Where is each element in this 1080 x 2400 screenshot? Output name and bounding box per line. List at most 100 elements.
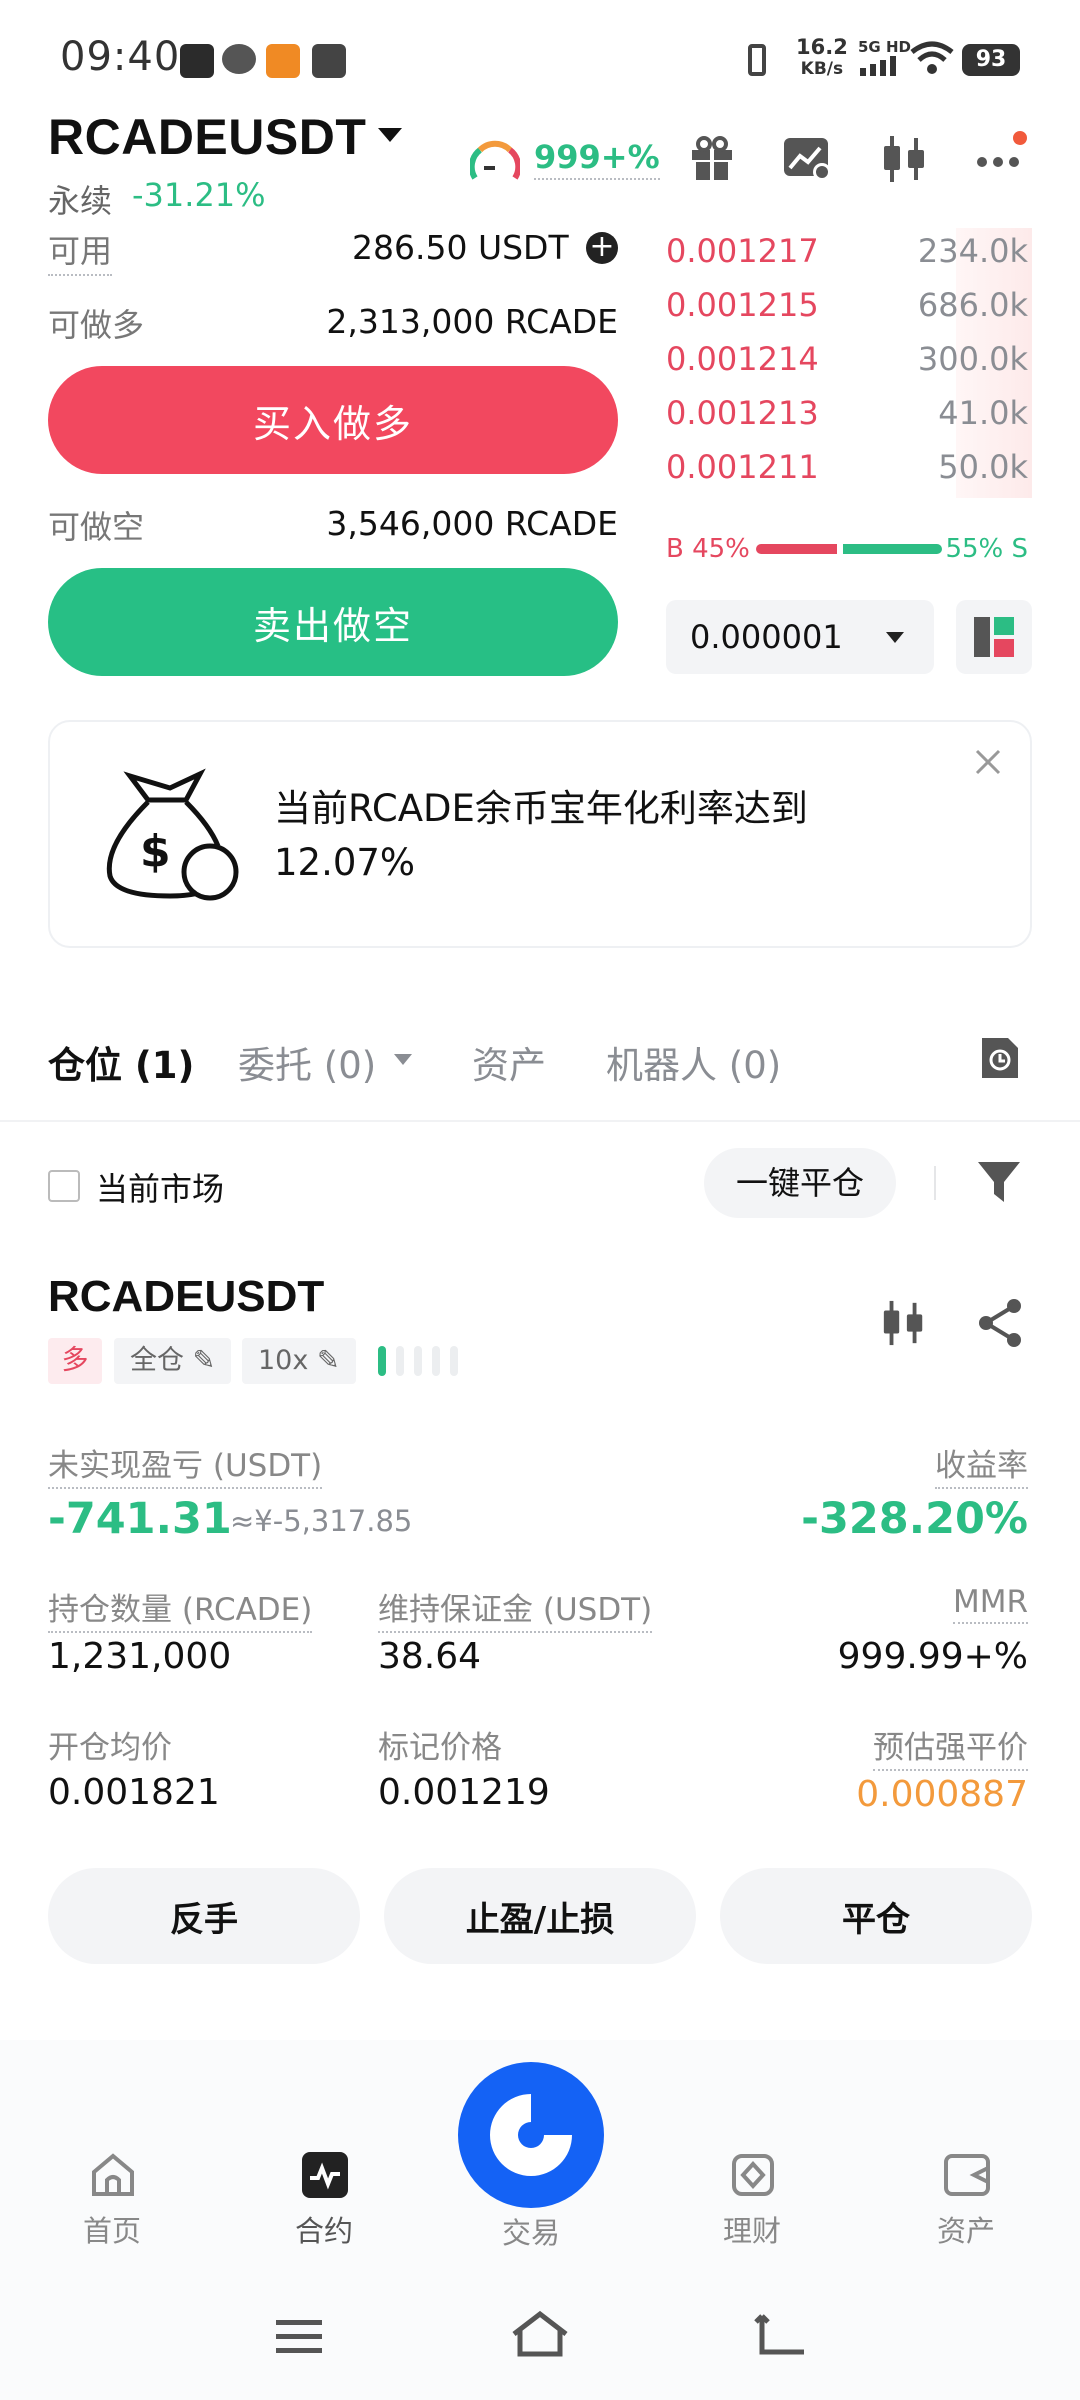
nav-assets-label: 资产 [936,2214,995,2248]
ask-qty: 41.0k [938,394,1028,432]
chevron-down-icon [886,632,904,643]
back-icon[interactable] [752,2310,808,2358]
nav-home[interactable]: 首页 [42,2152,182,2248]
edit-icon: ✎ [316,1345,340,1376]
add-funds-icon[interactable]: + [586,232,618,264]
tp-sl-button[interactable]: 止盈/止损 [384,1868,696,1964]
tab-assets[interactable]: 资产 [472,1035,546,1089]
risk-value[interactable]: 999+% [534,138,660,180]
unrealized-pnl-value: -741.31 [48,1494,232,1544]
share-icon[interactable] [976,1298,1026,1348]
available-value: 286.50 USDT [352,228,569,267]
app-notification-icon [180,44,214,78]
system-home-icon[interactable] [510,2310,570,2358]
close-position-button[interactable]: 平仓 [720,1868,1032,1964]
buy-ratio-fill [756,544,837,554]
buy-sell-ratio-bar [756,544,942,554]
roe-label[interactable]: 收益率 [935,1440,1028,1489]
wallet-icon [944,2154,990,2196]
precision-value: 0.000001 [690,618,843,656]
liq-price-label[interactable]: 预估强平价 [873,1722,1028,1771]
history-icon[interactable] [978,1034,1022,1082]
filter-icon[interactable] [976,1158,1022,1206]
ask-price[interactable]: 0.001213 [666,394,819,432]
mmr-label[interactable]: MMR [952,1584,1028,1624]
pair-selector[interactable]: RCADEUSDT [48,108,366,166]
position-size-value: 1,231,000 [48,1636,232,1677]
home-icon [92,2153,134,2196]
edit-icon: ✎ [192,1345,216,1376]
nav-trade[interactable]: 交易 [458,2062,604,2250]
mark-price-value: 0.001219 [378,1772,550,1813]
nav-futures[interactable]: 合约 [254,2152,394,2248]
nav-assets[interactable]: 资产 [896,2152,1036,2248]
more-icon[interactable] [974,128,1030,172]
banner-text: 当前RCADE余币宝年化利率达到 12.07% [274,787,808,884]
tab-orders[interactable]: 委托 (0) [238,1035,376,1089]
nav-earn[interactable]: 理财 [682,2152,822,2248]
promo-banner[interactable]: $ 当前RCADE余币宝年化利率达到 12.07% [48,720,1032,948]
chart-settings-icon[interactable] [782,136,834,182]
long-max-label: 可做多 [48,306,145,344]
side-badge: 多 [48,1338,102,1384]
gift-icon[interactable] [688,134,736,182]
perpetual-label: 永续 [48,182,113,220]
margin-mode-badge[interactable]: 全仓 ✎ [114,1338,232,1384]
current-market-label[interactable]: 当前市场 [96,1164,224,1210]
orange-app-icon [266,44,300,78]
ask-qty: 234.0k [917,232,1028,270]
risk-gauge-icon[interactable] [470,138,520,184]
mmr-value: 999.99+% [837,1636,1028,1677]
position-symbol[interactable]: RCADEUSDT [48,1272,324,1322]
current-market-checkbox[interactable] [48,1170,80,1202]
short-max-label: 可做空 [48,508,145,546]
unrealized-pnl-label[interactable]: 未实现盈亏 (USDT) [48,1440,323,1489]
divider [934,1166,936,1200]
long-max-value: 2,313,000 RCADE [326,302,618,341]
ask-qty: 50.0k [938,448,1028,486]
orderbook-layout-button[interactable] [956,600,1032,674]
divider [0,1120,1080,1122]
buy-long-button[interactable]: 买入做多 [48,366,618,474]
menu-icon[interactable] [274,2316,324,2356]
battery-icon: 93 [962,44,1020,76]
vibrate-icon [748,44,766,76]
close-icon[interactable] [974,748,1002,776]
ask-price[interactable]: 0.001217 [666,232,819,270]
tab-positions[interactable]: 仓位 (1) [48,1035,194,1089]
signal-icon: 5G HD [858,38,911,80]
ask-price[interactable]: 0.001214 [666,340,819,378]
candlestick-icon[interactable] [880,1298,928,1348]
precision-selector[interactable]: 0.000001 [666,600,934,674]
price-change: -31.21% [132,176,266,214]
tab-bots[interactable]: 机器人 (0) [606,1035,781,1089]
ask-qty: 300.0k [917,340,1028,378]
close-all-button[interactable]: 一键平仓 [704,1148,896,1218]
roe-value: -328.20% [801,1494,1028,1544]
chevron-down-icon[interactable] [394,1054,412,1065]
short-max-value: 3,546,000 RCADE [326,504,618,543]
sell-short-button[interactable]: 卖出做空 [48,568,618,676]
nav-trade-label: 交易 [501,2216,560,2250]
available-label: 可用 [48,226,113,276]
layout-icon [974,617,1014,657]
candlestick-icon[interactable] [880,134,930,184]
wifi-icon [910,41,954,74]
ask-price[interactable]: 0.001211 [666,448,819,486]
status-time: 09:40 [60,34,181,80]
net-speed: 16.2 KB/s [796,35,848,79]
ask-price[interactable]: 0.001215 [666,286,819,324]
reverse-button[interactable]: 反手 [48,1868,360,1964]
svg-text:$: $ [140,826,171,877]
position-size-label[interactable]: 持仓数量 (RCADE) [48,1584,313,1633]
chevron-down-icon[interactable] [378,128,402,142]
maint-margin-label[interactable]: 维持保证金 (USDT) [378,1584,653,1633]
sell-ratio-fill [843,544,942,554]
leverage-badge[interactable]: 10x ✎ [242,1338,356,1384]
liq-price-value: 0.000887 [856,1774,1028,1815]
entry-price-value: 0.001821 [48,1772,220,1813]
trade-logo-icon [458,2062,604,2208]
maint-margin-value: 38.64 [378,1636,482,1677]
nav-home-label: 首页 [82,2214,141,2248]
money-bag-icon: $ [106,768,239,901]
